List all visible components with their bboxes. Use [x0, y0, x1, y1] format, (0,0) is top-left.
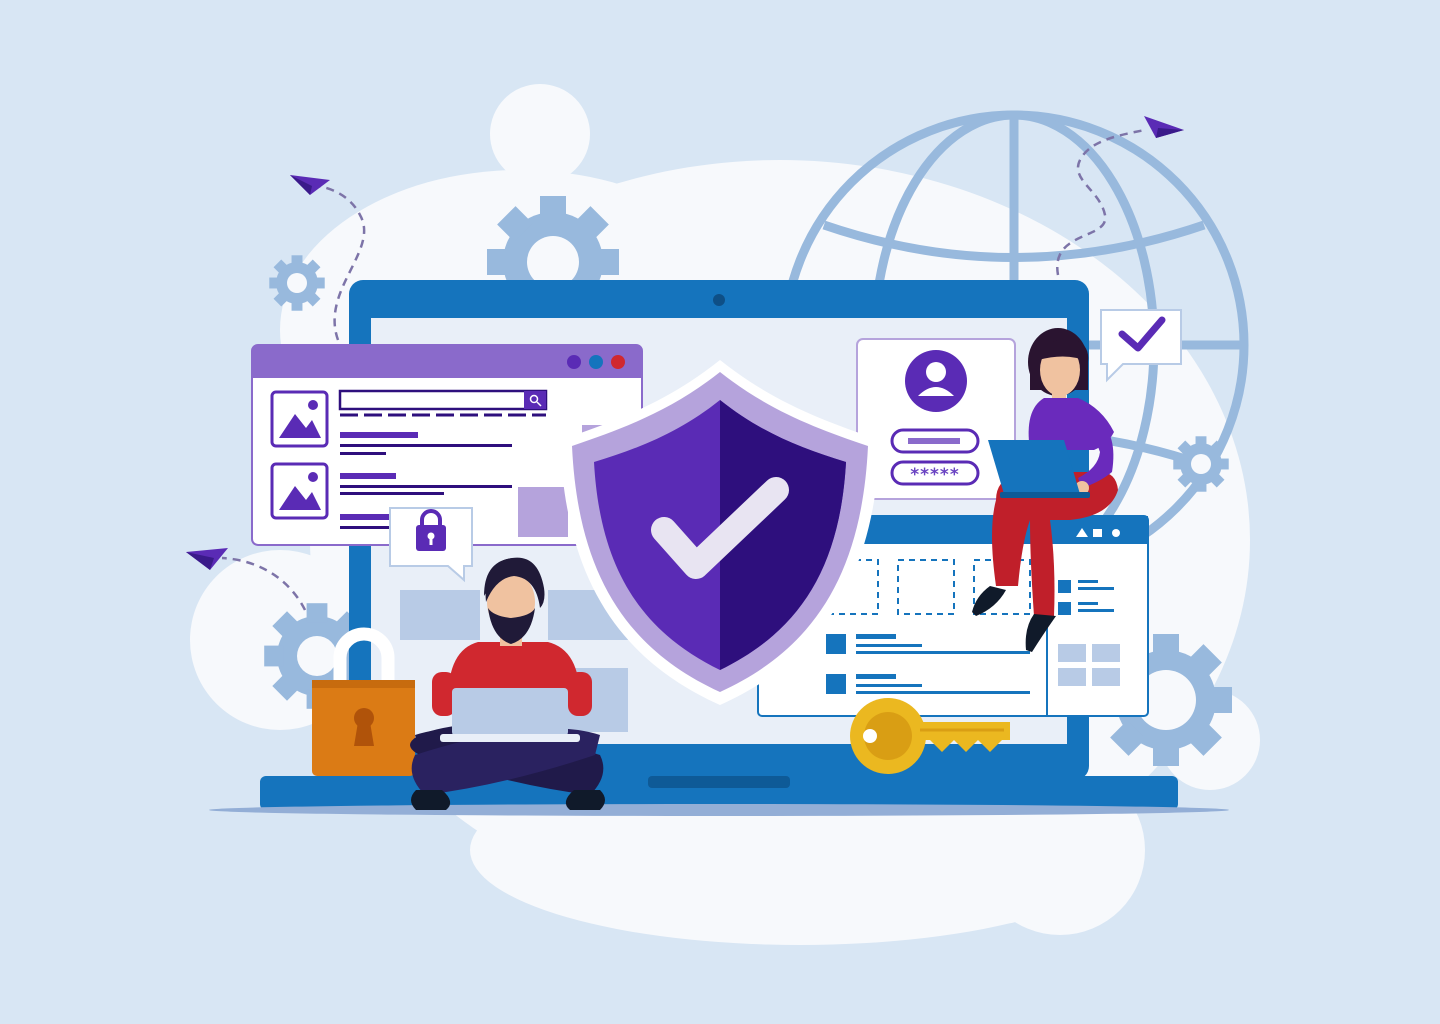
gear-icon	[269, 255, 325, 311]
image-placeholder-icon	[270, 462, 329, 520]
gear-icon	[1173, 436, 1229, 492]
password-field[interactable]: *****	[890, 460, 980, 486]
image-placeholder-icon	[270, 390, 329, 448]
security-illustration: *****	[0, 0, 1440, 1024]
password-mask: *****	[910, 465, 959, 485]
user-avatar-icon	[905, 350, 967, 412]
search-bar[interactable]	[338, 389, 548, 411]
username-field[interactable]	[890, 428, 980, 454]
